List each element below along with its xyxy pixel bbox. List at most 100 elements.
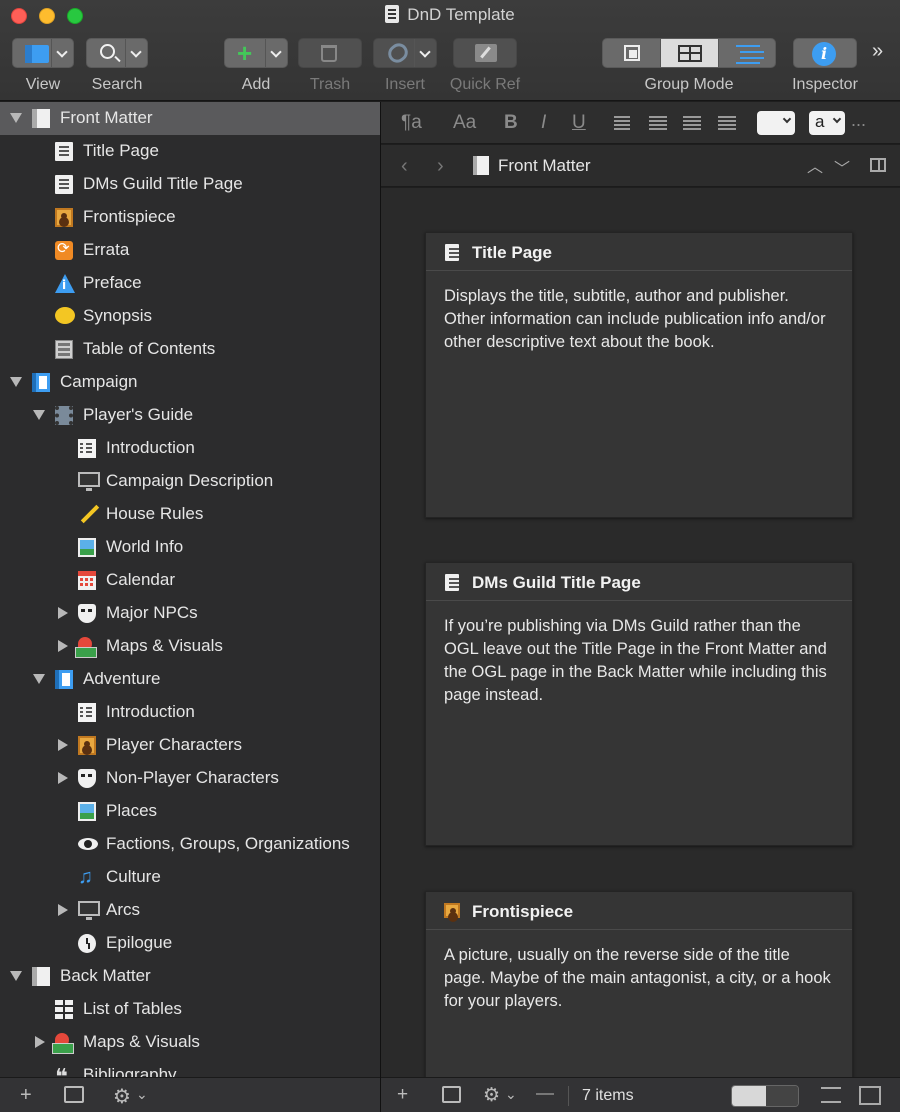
binder-item[interactable]: ❝ Bibliography (0, 1059, 380, 1077)
card-grid-icon[interactable] (859, 1086, 881, 1105)
italic-button[interactable]: I (541, 112, 546, 134)
paragraph-style-button[interactable]: ¶a (401, 112, 422, 134)
binder-item[interactable]: Maps & Visuals (0, 630, 380, 663)
toolbar-overflow-icon[interactable]: » (872, 40, 883, 63)
card-synopsis[interactable]: Displays the title, subtitle, author and… (426, 271, 852, 368)
highlight-color-picker[interactable] (757, 111, 795, 135)
split-editor-icon[interactable] (870, 158, 886, 172)
chevron-down-icon[interactable] (265, 39, 287, 67)
binder-item[interactable]: Synopsis (0, 300, 380, 333)
index-card[interactable]: Frontispiece A picture, usually on the r… (425, 891, 853, 1077)
binder-item[interactable]: Frontispiece (0, 201, 380, 234)
binder-item[interactable]: Calendar (0, 564, 380, 597)
disclosure-closed-icon[interactable] (35, 1036, 45, 1048)
binder-item[interactable]: Errata (0, 234, 380, 267)
binder-item[interactable]: Player's Guide (0, 399, 380, 432)
insert-button[interactable] (373, 38, 437, 68)
binder-item[interactable]: Front Matter (0, 102, 380, 135)
binder-item[interactable]: ♫ Culture (0, 861, 380, 894)
binder-item[interactable]: Major NPCs (0, 597, 380, 630)
back-arrow-icon[interactable]: ‹ (401, 155, 408, 178)
disclosure-open-icon[interactable] (10, 113, 22, 123)
add-folder-icon[interactable] (64, 1086, 84, 1103)
group-mode-scrivenings[interactable] (603, 39, 661, 67)
grid-layout-icon[interactable] (732, 1086, 766, 1106)
binder-item[interactable]: Places (0, 795, 380, 828)
card-title[interactable]: DMs Guild Title Page (472, 573, 641, 593)
card-title[interactable]: Title Page (472, 243, 552, 263)
binder-item[interactable]: Epilogue (0, 927, 380, 960)
card-synopsis[interactable]: If you’re publishing via DMs Guild rathe… (426, 601, 852, 721)
underline-button[interactable]: U (572, 112, 586, 134)
previous-document-icon[interactable]: ︿ (807, 153, 823, 177)
text-color-picker[interactable]: a (809, 111, 845, 135)
card-ratio-icon[interactable] (821, 1087, 841, 1103)
binder-item[interactable]: Preface (0, 267, 380, 300)
disclosure-open-icon[interactable] (10, 377, 22, 387)
chevron-down-icon[interactable]: ⌄ (136, 1086, 148, 1103)
trash-button[interactable] (298, 38, 362, 68)
add-item-icon[interactable]: + (20, 1084, 32, 1107)
chevron-down-icon[interactable] (125, 39, 147, 67)
align-right-button[interactable] (683, 116, 701, 118)
disclosure-closed-icon[interactable] (58, 607, 68, 619)
group-mode-outliner[interactable] (719, 39, 775, 67)
binder-item[interactable]: Title Page (0, 135, 380, 168)
binder-item[interactable]: Non-Player Characters (0, 762, 380, 795)
next-document-icon[interactable]: ﹀ (834, 155, 850, 179)
chevron-down-icon[interactable] (414, 39, 436, 67)
binder-item[interactable]: Introduction (0, 696, 380, 729)
binder-item[interactable]: Table of Contents (0, 333, 380, 366)
editor-footer: + ⚙ ⌄ 7 items (381, 1077, 900, 1112)
align-center-button[interactable] (649, 116, 667, 118)
card-synopsis[interactable]: A picture, usually on the reverse side o… (426, 930, 852, 1027)
disclosure-open-icon[interactable] (10, 971, 22, 981)
card-title[interactable]: Frontispiece (472, 902, 573, 922)
group-mode-segmented-control[interactable] (602, 38, 776, 68)
group-mode-corkboard[interactable] (661, 39, 719, 67)
chevron-down-icon[interactable]: ⌄ (505, 1086, 517, 1103)
add-folder-icon[interactable] (442, 1086, 461, 1103)
go-to-arrow-icon[interactable] (536, 1093, 554, 1095)
inspector-button[interactable]: i (793, 38, 857, 68)
binder-item[interactable]: World Info (0, 531, 380, 564)
binder-item[interactable]: Campaign (0, 366, 380, 399)
align-left-button[interactable] (614, 116, 630, 118)
add-button[interactable]: + (224, 38, 288, 68)
more-format-button[interactable]: ... (851, 110, 866, 131)
binder-item[interactable]: Introduction (0, 432, 380, 465)
editor-header-title[interactable]: Front Matter (498, 156, 591, 176)
search-button[interactable] (86, 38, 148, 68)
disclosure-open-icon[interactable] (33, 674, 45, 684)
disclosure-closed-icon[interactable] (58, 904, 68, 916)
binder-item[interactable]: Factions, Groups, Organizations (0, 828, 380, 861)
binder-item[interactable]: Adventure (0, 663, 380, 696)
document-icon (55, 175, 73, 194)
disclosure-closed-icon[interactable] (58, 640, 68, 652)
binder-item[interactable]: Campaign Description (0, 465, 380, 498)
binder-item[interactable]: Maps & Visuals (0, 1026, 380, 1059)
font-button[interactable]: Aa (453, 112, 476, 134)
index-card[interactable]: Title Page Displays the title, subtitle,… (425, 232, 853, 518)
quick-ref-button[interactable] (453, 38, 517, 68)
disclosure-closed-icon[interactable] (58, 739, 68, 751)
binder-item[interactable]: Player Characters (0, 729, 380, 762)
binder-item[interactable]: DMs Guild Title Page (0, 168, 380, 201)
disclosure-closed-icon[interactable] (58, 772, 68, 784)
bold-button[interactable]: B (504, 112, 518, 134)
gear-icon[interactable]: ⚙ (483, 1084, 500, 1107)
justify-button[interactable] (718, 116, 736, 118)
binder-item[interactable]: Back Matter (0, 960, 380, 993)
gear-icon[interactable]: ⚙ (113, 1084, 131, 1109)
forward-arrow-icon[interactable]: › (437, 155, 444, 178)
chevron-down-icon[interactable] (51, 39, 73, 67)
binder-item[interactable]: Arcs (0, 894, 380, 927)
binder-item[interactable]: List of Tables (0, 993, 380, 1026)
view-button[interactable] (12, 38, 74, 68)
binder-item[interactable]: House Rules (0, 498, 380, 531)
disclosure-open-icon[interactable] (33, 410, 45, 420)
index-card[interactable]: DMs Guild Title Page If you’re publishin… (425, 562, 853, 846)
corkboard-layout-toggle[interactable] (731, 1085, 799, 1107)
freeform-layout-icon[interactable] (766, 1086, 798, 1106)
add-card-icon[interactable]: + (397, 1084, 408, 1106)
